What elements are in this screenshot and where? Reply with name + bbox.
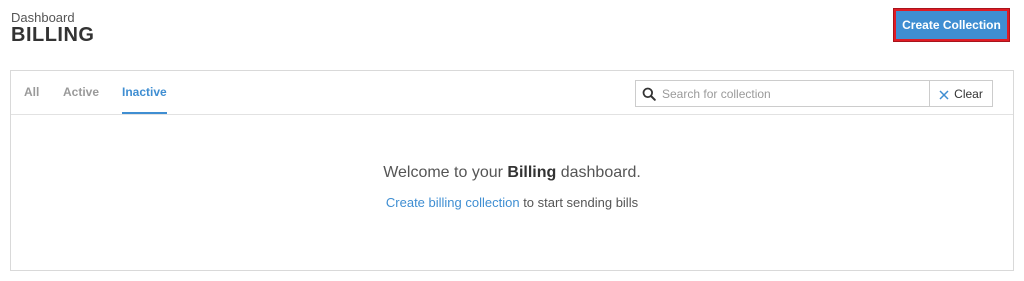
create-collection-button[interactable]: Create Collection [894, 9, 1009, 41]
welcome-prefix: Welcome to your [383, 164, 508, 181]
search-icon [636, 81, 662, 106]
close-icon [939, 89, 949, 100]
clear-button-label: Clear [954, 86, 983, 101]
create-billing-collection-link[interactable]: Create billing collection [386, 195, 520, 210]
search-box [635, 80, 929, 107]
empty-state-subline: Create billing collection to start sendi… [11, 195, 1013, 210]
welcome-bold: Billing [507, 164, 557, 181]
subline-suffix: to start sending bills [519, 195, 639, 210]
clear-button[interactable]: Clear [929, 80, 993, 107]
collections-panel: All Active Inactive Clear Welcome to you… [10, 70, 1014, 271]
tab-active[interactable]: Active [63, 85, 99, 114]
search-input[interactable] [662, 81, 929, 106]
tab-inactive[interactable]: Inactive [122, 85, 167, 114]
welcome-suffix: dashboard. [556, 164, 641, 181]
tabs-bar: All Active Inactive Clear [11, 71, 1013, 115]
breadcrumb: Dashboard [11, 10, 75, 25]
page-title: BILLING [11, 24, 95, 46]
tab-all[interactable]: All [24, 85, 39, 114]
welcome-message: Welcome to your Billing dashboard. [11, 164, 1013, 182]
